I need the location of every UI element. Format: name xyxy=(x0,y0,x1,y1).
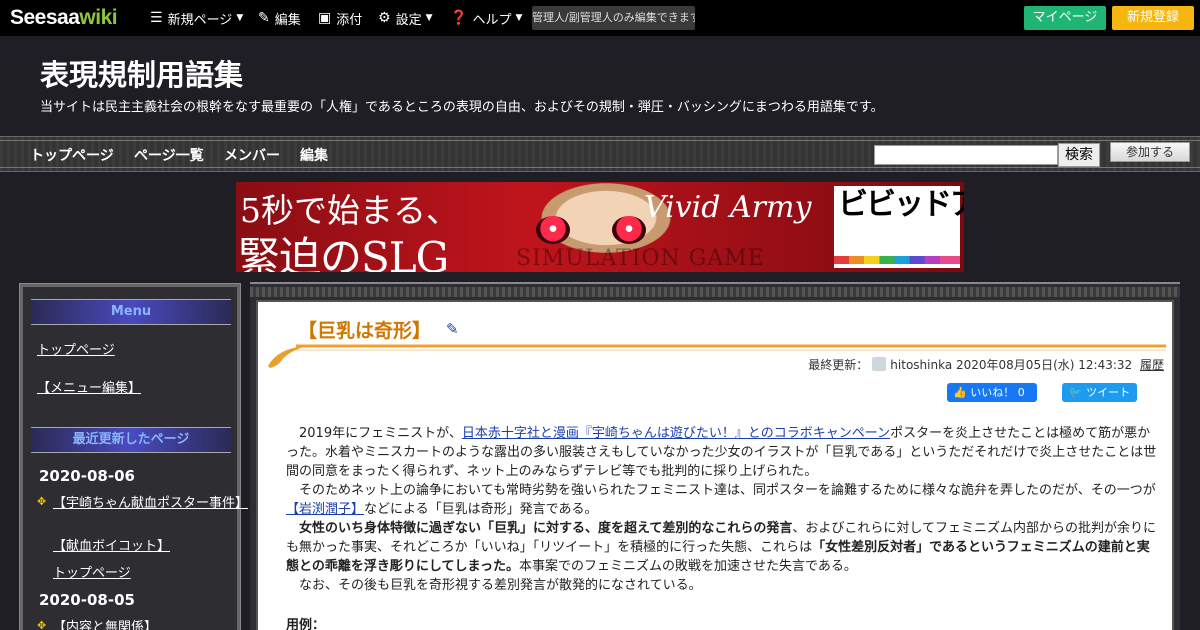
recent-date: 2020-08-06 xyxy=(39,467,135,485)
edit-menu[interactable]: ✎ 編集 xyxy=(258,0,301,36)
recent-link-uzaki-poster[interactable]: 【宇崎ちゃん献血ポスター事件】 xyxy=(53,492,248,511)
top-bar: Seesaawiki ☰ 新規ページ ▼ ✎ 編集 ▣ 添付 ⚙ 設定 ▼ ❓ … xyxy=(0,0,1200,36)
new-page-menu[interactable]: ☰ 新規ページ ▼ xyxy=(150,0,243,36)
sidebar-link-menu-edit[interactable]: 【メニュー編集】 xyxy=(37,377,141,396)
thumbs-up-icon: 👍 xyxy=(953,386,967,399)
sidebar: Menu トップページ 【メニュー編集】 最近更新したページ 2020-08-0… xyxy=(19,283,248,630)
settings-menu[interactable]: ⚙ 設定 ▼ xyxy=(378,0,433,36)
banner-headline-2: 緊迫のSLG xyxy=(238,233,449,272)
paragraph: 女性のいち身体特徴に過ぎない「巨乳」に対する、度を超えて差別的なこれらの発言、お… xyxy=(286,521,1156,574)
sidebar-menu-heading: Menu xyxy=(31,299,231,325)
banner-subtitle: SIMULATION GAME xyxy=(516,246,765,271)
edit-permission-notice: 管理人/副管理人のみ編集できます xyxy=(532,6,695,30)
paragraph: 2019年にフェミニストが、日本赤十字社と漫画『宇崎ちゃんは遊びたい！』とのコラ… xyxy=(286,426,1157,479)
mypage-button[interactable]: マイページ xyxy=(1024,6,1106,30)
paragraph: そのためネット上の論争においても常時劣勢を強いられたフェミニスト達は、同ポスター… xyxy=(286,483,1156,517)
recent-link-blood-boycott[interactable]: 【献血ボイコット】 xyxy=(53,535,170,554)
banner-script-title: Vivid Army xyxy=(644,190,812,225)
caret-down-icon: ▼ xyxy=(425,13,433,23)
paragraph: なお、その後も巨乳を奇形視する差別発言が散発的になされている。 xyxy=(299,578,702,593)
banner-game-logo: ビビッドアーミー xyxy=(834,186,964,268)
search-button[interactable]: 検索 xyxy=(1058,143,1100,167)
facebook-like-button[interactable]: 👍 いいね！ 0 xyxy=(947,383,1037,402)
signup-button[interactable]: 新規登録 xyxy=(1112,6,1194,30)
join-button[interactable]: 参加する xyxy=(1110,142,1190,162)
link-iwabuchi-junko[interactable]: 【岩渕潤子】 xyxy=(286,502,364,517)
recent-date: 2020-08-05 xyxy=(39,591,135,609)
site-description: 当サイトは民主主義社会の根幹をなす最重要の「人権」であるところの表現の自由、およ… xyxy=(40,100,884,115)
document-list-icon: ☰ xyxy=(150,10,163,26)
caret-down-icon: ▼ xyxy=(515,13,523,23)
banner-logo-color-bar xyxy=(834,256,960,264)
page-meta: 最終更新： hitoshinka 2020年08月05日(水) 12:43:32 … xyxy=(808,357,1164,372)
global-nav: トップページ ページ一覧 メンバー 編集 検索 参加する xyxy=(0,136,1200,172)
gear-icon: ⚙ xyxy=(378,10,391,26)
edit-icon: ✎ xyxy=(258,10,270,26)
pencil-edit-icon[interactable]: ✎ xyxy=(446,320,459,338)
site-title[interactable]: 表現規制用語集 xyxy=(40,52,243,94)
nav-edit[interactable]: 編集 xyxy=(300,145,328,165)
article-body: 2019年にフェミニストが、日本赤十字社と漫画『宇崎ちゃんは遊びたい！』とのコラ… xyxy=(286,424,1162,595)
page-title: 【巨乳は奇形】 xyxy=(298,320,432,342)
bird-icon: 🐦 xyxy=(1068,386,1083,399)
recent-link-unrelated[interactable]: 【内容と無関係】 xyxy=(53,616,157,630)
article: 【巨乳は奇形】 ✎ 最終更新： hitoshinka 2020年08月05日(水)… xyxy=(256,300,1174,630)
caret-down-icon: ▼ xyxy=(236,13,244,23)
bullet-icon: ✥ xyxy=(37,495,47,508)
example-label: 用例： xyxy=(286,618,326,630)
banner-logo-text: ビビッドアーミー xyxy=(838,187,964,222)
updated-time: 2020年08月05日(水) 12:43:32 xyxy=(956,358,1133,372)
bullet-icon: ✥ xyxy=(37,619,47,630)
image-icon: ▣ xyxy=(318,10,332,26)
sidebar-recent-heading: 最近更新したページ xyxy=(31,427,231,453)
help-icon: ❓ xyxy=(450,10,468,26)
recent-link-top-page[interactable]: トップページ xyxy=(53,562,131,581)
sidebar-link-top-page[interactable]: トップページ xyxy=(37,339,115,358)
seesaa-wiki-logo[interactable]: Seesaawiki xyxy=(10,6,118,30)
author-name[interactable]: hitoshinka xyxy=(890,358,952,372)
attach-menu[interactable]: ▣ 添付 xyxy=(318,0,362,36)
avatar xyxy=(872,357,887,371)
banner-eye-right xyxy=(612,216,646,244)
history-link[interactable]: 履歴 xyxy=(1140,358,1164,372)
nav-members[interactable]: メンバー xyxy=(224,145,280,165)
link-uzaki-campaign[interactable]: 日本赤十字社と漫画『宇崎ちゃんは遊びたい！』とのコラボキャンペーン xyxy=(462,426,890,441)
tweet-button[interactable]: 🐦 ツイート xyxy=(1062,383,1137,402)
banner-eye-left xyxy=(536,216,570,244)
nav-page-list[interactable]: ページ一覧 xyxy=(134,145,204,165)
nav-top-page[interactable]: トップページ xyxy=(30,145,114,165)
help-menu[interactable]: ❓ ヘルプ ▼ xyxy=(450,0,522,36)
banner-ad[interactable]: 5秒で始まる、 緊迫のSLG SIMULATION GAME Vivid Arm… xyxy=(236,182,964,272)
search-input[interactable] xyxy=(874,145,1058,165)
